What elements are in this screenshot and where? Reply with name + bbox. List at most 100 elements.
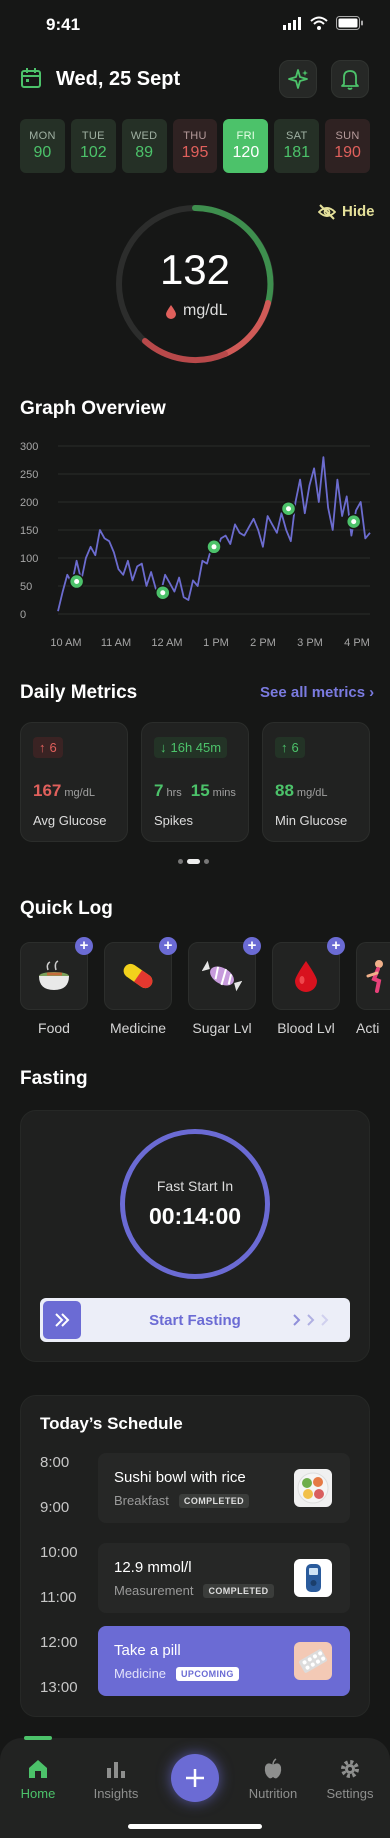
day-tue[interactable]: TUE 102 xyxy=(70,119,116,173)
add-blood-plus-icon[interactable]: + xyxy=(327,937,345,955)
page-dot[interactable] xyxy=(204,859,209,864)
day-value: 195 xyxy=(181,144,209,161)
quick-log-label: Blood Lvl xyxy=(277,1020,335,1036)
hide-toggle[interactable]: Hide xyxy=(318,203,375,220)
glucose-line-chart: 300 250 200 150 100 50 0 10 AM 11 AM 12 AM 1 PM 2 … xyxy=(20,441,371,649)
schedule-item-breakfast[interactable]: Sushi bowl with rice Breakfast COMPLETED xyxy=(98,1453,350,1523)
sparkle-icon xyxy=(288,69,308,89)
quick-log-activity[interactable] xyxy=(356,942,390,1010)
schedule-item-title: 12.9 mmol/l xyxy=(114,1559,192,1576)
quick-log-food[interactable]: + xyxy=(20,937,93,1010)
x-tick-label: 4 PM xyxy=(344,637,370,649)
arrow-down-icon: ↓ xyxy=(160,740,167,755)
candy-icon xyxy=(202,960,242,992)
day-name: MON xyxy=(29,130,56,142)
schedule-item-measurement[interactable]: 12.9 mmol/l Measurement COMPLETED xyxy=(98,1543,350,1613)
add-food-plus-icon[interactable]: + xyxy=(75,937,93,955)
ai-sparkle-button[interactable] xyxy=(279,60,317,98)
quick-log-label: Sugar Lvl xyxy=(192,1020,252,1036)
calendar-icon[interactable] xyxy=(20,67,42,89)
status-bar: 9:41 xyxy=(0,0,390,50)
plus-icon xyxy=(186,1769,204,1787)
page-dot[interactable] xyxy=(178,859,183,864)
notifications-button[interactable] xyxy=(331,60,369,98)
day-name: FRI xyxy=(236,130,256,142)
page-dot-active[interactable] xyxy=(187,859,200,864)
fasting-caption: Fast Start In xyxy=(156,1178,234,1194)
tab-insights[interactable]: Insights xyxy=(81,1758,151,1801)
day-sun[interactable]: SUN 190 xyxy=(325,119,371,173)
y-tick-label: 250 xyxy=(20,469,38,481)
y-tick-label: 100 xyxy=(20,553,38,565)
eye-off-icon xyxy=(318,203,336,220)
x-tick-label: 2 PM xyxy=(250,637,276,649)
home-indicator xyxy=(128,1824,262,1829)
metric-badge-value: 6 xyxy=(49,740,57,755)
pill-capsule-icon xyxy=(123,963,153,989)
schedule-item-medicine[interactable]: Take a pill Medicine UPCOMING xyxy=(98,1626,350,1696)
home-icon xyxy=(29,1760,47,1778)
gauge-unit: mg/dL xyxy=(183,302,228,319)
metric-card-avg-glucose[interactable]: ↑ 6 167 mg/dL Avg Glucose xyxy=(20,722,128,842)
bell-icon xyxy=(341,70,359,90)
y-tick-label: 0 xyxy=(20,609,26,621)
schedule-item-sub: Measurement COMPLETED xyxy=(114,1583,274,1598)
schedule-time: 13:00 xyxy=(40,1679,78,1696)
day-name: THU xyxy=(183,130,207,142)
metric-card-min-glucose[interactable]: ↑ 6 88 mg/dL Min Glucose xyxy=(262,722,370,842)
start-fasting-slider[interactable]: Start Fasting xyxy=(40,1298,350,1342)
fasting-marker-icon[interactable] xyxy=(206,539,222,555)
day-value: 102 xyxy=(79,144,107,161)
glucometer-icon xyxy=(294,1559,332,1597)
schedule-item-subtitle: Breakfast xyxy=(114,1493,169,1508)
metric-unit: mg/dL xyxy=(296,787,328,799)
quick-log-medicine[interactable]: + xyxy=(104,937,177,1010)
schedule-item-sub: Medicine UPCOMING xyxy=(114,1666,239,1681)
metric-label: Avg Glucose xyxy=(33,813,107,828)
day-mon[interactable]: MON 90 xyxy=(20,119,65,173)
day-name: WED xyxy=(130,130,158,142)
day-thu[interactable]: THU 195 xyxy=(172,119,218,173)
day-name: SAT xyxy=(285,130,308,142)
metric-unit-hours: hrs xyxy=(166,787,182,799)
metric-badge-value: 6 xyxy=(291,740,299,755)
tab-nutrition[interactable]: Nutrition xyxy=(238,1758,308,1801)
medicine-marker-icon[interactable] xyxy=(345,513,362,530)
metric-card-spikes[interactable]: ↓ 16h 45m 7 hrs 15 mins Spikes xyxy=(141,722,249,842)
food-marker-icon[interactable] xyxy=(280,500,297,517)
day-wed[interactable]: WED 89 xyxy=(121,119,167,173)
schedule-item-title: Sushi bowl with rice xyxy=(114,1469,246,1486)
schedule-item-sub: Breakfast COMPLETED xyxy=(114,1493,250,1508)
day-sat[interactable]: SAT 181 xyxy=(274,119,320,173)
tab-home[interactable]: Home xyxy=(3,1758,73,1801)
y-tick-label: 200 xyxy=(20,497,38,509)
food-marker-icon[interactable] xyxy=(68,573,85,590)
glucose-series-line xyxy=(57,456,371,612)
pagination-dots[interactable] xyxy=(178,859,209,864)
tab-label: Nutrition xyxy=(248,1786,298,1801)
y-tick-label: 150 xyxy=(20,525,38,537)
y-tick-label: 300 xyxy=(20,441,38,453)
schedule-time: 11:00 xyxy=(40,1589,77,1606)
header-date[interactable]: Wed, 25 Sept xyxy=(56,68,180,91)
x-tick-label: 3 PM xyxy=(297,637,323,649)
pill-pack-icon xyxy=(294,1642,332,1680)
see-all-metrics-link[interactable]: See all metrics › xyxy=(260,684,374,701)
status-badge: COMPLETED xyxy=(203,1583,274,1598)
add-sugar-plus-icon[interactable]: + xyxy=(243,937,261,955)
quick-log-sugar[interactable]: + xyxy=(188,937,261,1010)
arrow-up-icon: ↑ xyxy=(281,740,288,755)
medicine-marker-icon[interactable] xyxy=(155,584,171,601)
blood-drop-icon xyxy=(166,304,176,319)
add-medicine-plus-icon[interactable]: + xyxy=(159,937,177,955)
tab-settings[interactable]: Settings xyxy=(315,1758,385,1801)
chevron-right-icon: › xyxy=(369,684,375,701)
status-badge: COMPLETED xyxy=(178,1493,250,1508)
quick-log-blood[interactable]: + xyxy=(272,937,345,1010)
quick-log-label: Medicine xyxy=(109,1020,167,1036)
add-entry-button[interactable] xyxy=(171,1754,219,1802)
metric-label: Spikes xyxy=(154,813,194,828)
day-fri[interactable]: FRI 120 xyxy=(223,119,269,173)
week-day-selector: MON 90 TUE 102 WED 89 THU 195 FRI 120 SAT 181 SUN 190 xyxy=(20,119,371,173)
gauge-value: 132 xyxy=(159,246,231,293)
